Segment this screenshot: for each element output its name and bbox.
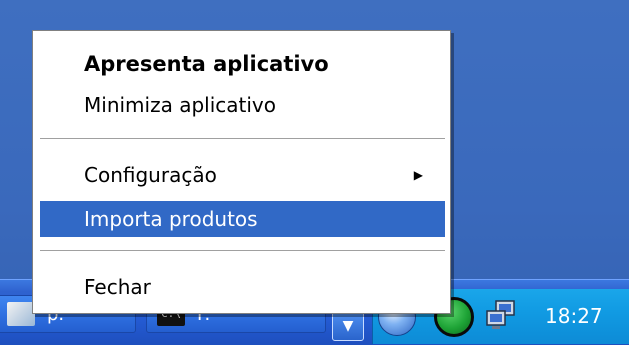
menu-separator (40, 138, 445, 140)
menu-item-apresenta-aplicativo[interactable]: Apresenta aplicativo (40, 46, 445, 82)
menu-separator (40, 250, 445, 252)
menu-item-label: Importa produtos (84, 207, 258, 231)
clock[interactable]: 18:27 (545, 303, 603, 329)
menu-item-minimiza-aplicativo[interactable]: Minimiza aplicativo (40, 87, 445, 123)
menu-item-label: Apresenta aplicativo (84, 52, 329, 76)
show-hidden-icons-button[interactable]: ▼ (332, 311, 364, 341)
menu-item-configuracao[interactable]: Configuração ▶ (40, 157, 445, 193)
menu-item-importa-produtos[interactable]: Importa produtos (40, 201, 445, 237)
menu-item-fechar[interactable]: Fechar (40, 269, 445, 305)
menu-item-label: Minimiza aplicativo (84, 93, 276, 117)
chevron-down-icon: ▼ (342, 318, 354, 334)
network-icon[interactable] (484, 299, 518, 331)
submenu-arrow-icon: ▶ (413, 168, 423, 182)
app-window-icon (7, 302, 35, 326)
menu-item-label: Configuração (84, 163, 217, 187)
menu-item-label: Fechar (84, 275, 151, 299)
tray-context-menu: Apresenta aplicativo Minimiza aplicativo… (32, 30, 451, 314)
